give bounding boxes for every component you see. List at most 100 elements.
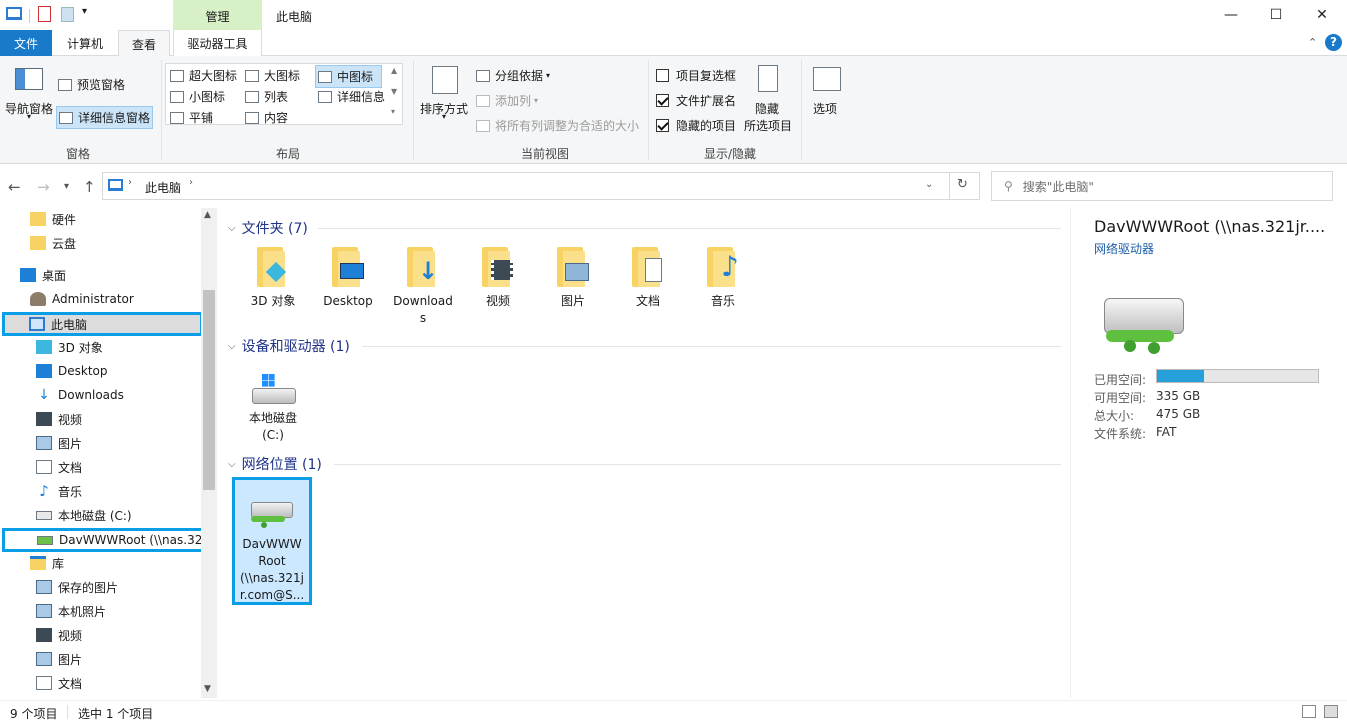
back-arrow-icon[interactable]: ← <box>8 178 21 196</box>
forward-arrow-icon[interactable]: → <box>37 178 50 196</box>
nav-item-libraries[interactable]: 库 <box>30 552 64 574</box>
nav-item-lib-pictures[interactable]: 图片 <box>36 648 82 670</box>
item-count: 9 个项目 <box>10 707 58 721</box>
folder-item-music[interactable]: ♪ 音乐 <box>688 247 758 310</box>
hide-selected-label-2[interactable]: 所选项目 <box>744 117 792 134</box>
drive-item-local-disk[interactable]: 本地磁盘 (C:) <box>238 374 308 444</box>
new-folder-icon[interactable] <box>61 7 74 22</box>
nav-item-3d-objects[interactable]: 3D 对象 <box>36 336 103 358</box>
scroll-down-icon[interactable]: ▼ <box>204 684 211 694</box>
maximize-button[interactable]: ☐ <box>1253 0 1299 30</box>
picture-icon <box>36 436 52 450</box>
computer-icon <box>29 317 45 331</box>
customize-toolbar-icon[interactable]: ▾ <box>82 6 87 17</box>
section-header-folders[interactable]: ⌵ 文件夹 (7) <box>228 218 308 238</box>
chevron-down-icon: ▾ <box>546 71 551 80</box>
fit-columns-label: 将所有列调整为合适的大小 <box>495 119 640 133</box>
nav-item-cloud[interactable]: 云盘 <box>30 232 76 254</box>
nav-label: 此电脑 <box>51 317 88 332</box>
nav-item-downloads[interactable]: ↓ Downloads <box>36 384 124 406</box>
nav-item-lib-videos[interactable]: 视频 <box>36 624 82 646</box>
hide-selected-label-1[interactable]: 隐藏 <box>755 100 779 117</box>
layout-list[interactable]: 列表 <box>245 88 288 105</box>
file-extensions-toggle[interactable]: 文件扩展名 <box>656 92 736 109</box>
collapse-ribbon-icon[interactable]: ⌃ <box>1308 36 1317 49</box>
nav-item-pictures[interactable]: 图片 <box>36 432 82 454</box>
layout-extra-large-icons[interactable]: 超大图标 <box>170 67 237 84</box>
scroll-up-icon[interactable]: ▲ <box>204 210 211 220</box>
computer-icon[interactable] <box>6 7 22 20</box>
gallery-up-icon[interactable]: ▲ <box>391 66 397 75</box>
tab-view[interactable]: 查看 <box>118 30 170 57</box>
file-system-label: 文件系统: <box>1094 427 1147 441</box>
layout-small-icons[interactable]: 小图标 <box>170 88 225 105</box>
item-checkboxes-checkbox[interactable] <box>656 69 669 82</box>
layout-large-icons[interactable]: 大图标 <box>245 67 300 84</box>
folder-item-pictures[interactable]: 图片 <box>538 247 608 310</box>
address-history-icon[interactable]: ⌄ <box>925 179 933 190</box>
folder-item-desktop[interactable]: Desktop <box>313 247 383 310</box>
breadcrumb-this-pc[interactable]: 此电脑 <box>145 179 181 196</box>
properties-icon[interactable] <box>38 6 51 22</box>
nav-item-desktop-root[interactable]: 桌面 <box>20 264 66 286</box>
options-button[interactable]: 选项 <box>813 100 837 117</box>
nav-scrollbar-thumb[interactable] <box>203 290 215 490</box>
folder-item-documents[interactable]: 文档 <box>613 247 683 310</box>
breadcrumb-separator-icon[interactable]: › <box>189 177 193 188</box>
gallery-more-icon[interactable]: ▾ <box>391 107 395 116</box>
nav-item-hardware[interactable]: 硬件 <box>30 208 76 230</box>
group-by-button[interactable]: 分组依据 ▾ <box>476 67 550 84</box>
tab-computer[interactable]: 计算机 <box>56 30 114 56</box>
up-arrow-icon[interactable]: ↑ <box>83 178 96 196</box>
layout-tiles[interactable]: 平铺 <box>170 109 213 126</box>
file-extensions-checkbox[interactable] <box>656 94 669 107</box>
breadcrumb-separator-icon[interactable]: › <box>128 177 132 188</box>
minimize-button[interactable]: — <box>1208 0 1254 30</box>
nav-label: 音乐 <box>58 484 83 499</box>
hidden-items-toggle[interactable]: 隐藏的项目 <box>656 117 736 134</box>
nav-item-desktop[interactable]: Desktop <box>36 360 108 382</box>
add-column-button[interactable]: 添加列 ▾ <box>476 92 538 109</box>
item-checkboxes-toggle[interactable]: 项目复选框 <box>656 67 736 84</box>
nav-item-lib-documents[interactable]: 文档 <box>36 672 82 694</box>
tab-file[interactable]: 文件 <box>0 30 52 56</box>
fit-columns-button[interactable]: 将所有列调整为合适的大小 <box>476 117 639 134</box>
hidden-items-checkbox[interactable] <box>656 119 669 132</box>
recent-locations-icon[interactable]: ▾ <box>64 181 69 192</box>
add-column-label: 添加列 <box>495 94 532 108</box>
help-icon[interactable]: ? <box>1325 34 1342 51</box>
nav-item-music[interactable]: ♪ 音乐 <box>36 480 82 502</box>
folder-item-downloads[interactable]: ↓ Download s <box>388 247 458 327</box>
address-bar[interactable]: › 此电脑 › ⌄ ↻ <box>102 172 980 200</box>
details-pane-button[interactable]: 详细信息窗格 <box>56 106 154 129</box>
nav-item-davwwwroot[interactable]: DavWWWRoot (\\nas.321 <box>2 528 207 552</box>
nav-item-saved-pictures[interactable]: 保存的图片 <box>36 576 118 598</box>
network-item-davwwwroot[interactable]: DavWWW Root (\\nas.321j r.com@S... <box>232 477 312 605</box>
layout-content[interactable]: 内容 <box>245 109 288 126</box>
tab-drive-tools[interactable]: 驱动器工具 <box>173 30 262 56</box>
gallery-down-icon[interactable]: ▼ <box>391 87 397 96</box>
refresh-icon[interactable]: ↻ <box>957 177 968 192</box>
file-system-value: FAT <box>1156 425 1177 439</box>
details-subtitle: 网络驱动器 <box>1094 242 1155 256</box>
folder-icon <box>332 247 364 287</box>
folder-icon <box>257 247 289 287</box>
large-icons-view-icon[interactable] <box>1324 705 1338 718</box>
details-view-icon[interactable] <box>1302 705 1316 718</box>
section-header-network[interactable]: ⌵ 网络位置 (1) <box>228 454 322 474</box>
nav-item-local-disk[interactable]: 本地磁盘 (C:) <box>36 504 132 526</box>
nav-item-administrator[interactable]: Administrator <box>30 288 134 310</box>
nav-item-documents[interactable]: 文档 <box>36 456 82 478</box>
folder-item-3d-objects[interactable]: 3D 对象 <box>238 247 308 310</box>
close-button[interactable]: ✕ <box>1299 0 1345 30</box>
layout-details[interactable]: 详细信息 <box>318 88 385 105</box>
search-input[interactable]: ⚲ 搜索"此电脑" <box>991 171 1333 201</box>
folder-item-videos[interactable]: 视频 <box>463 247 533 310</box>
nav-item-videos[interactable]: 视频 <box>36 408 82 430</box>
layout-medium-icons[interactable]: 中图标 <box>315 65 383 88</box>
group-label-current-view: 当前视图 <box>520 147 569 161</box>
preview-pane-button[interactable]: 预览窗格 <box>58 76 125 93</box>
nav-item-this-pc[interactable]: 此电脑 <box>2 312 203 336</box>
nav-item-camera-roll[interactable]: 本机照片 <box>36 600 106 622</box>
section-header-drives[interactable]: ⌵ 设备和驱动器 (1) <box>228 336 350 356</box>
